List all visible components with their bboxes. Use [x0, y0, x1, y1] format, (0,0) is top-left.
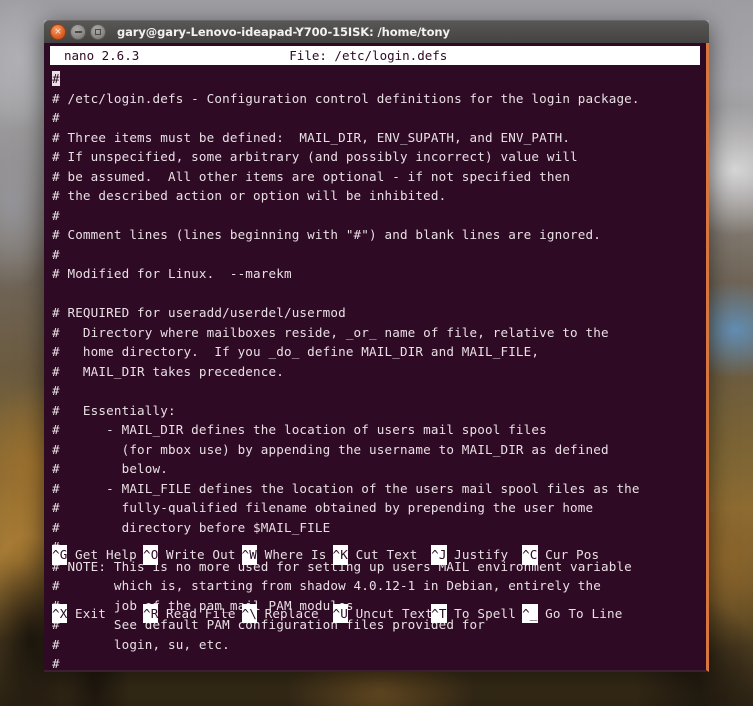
nano-line: # (for mbox use) by appending the userna…: [52, 441, 609, 457]
window-title: gary@gary-Lenovo-ideapad-Y700-15ISK: /ho…: [117, 25, 450, 39]
shortcut-key: ^R: [142, 603, 159, 623]
shortcut-key: ^K: [332, 545, 348, 565]
shortcut-to-spell[interactable]: ^T To Spell: [431, 603, 522, 623]
shortcut-uncut-text[interactable]: ^U Uncut Text: [332, 603, 433, 623]
shortcut-replace[interactable]: ^\ Replace: [241, 603, 333, 623]
shortcut-label: Where Is: [264, 547, 327, 562]
nano-line: # If unspecified, some arbitrary (and po…: [52, 149, 578, 164]
maximize-icon: [95, 29, 101, 35]
close-icon: ×: [54, 26, 62, 37]
shortcut-justify[interactable]: ^J Justify: [431, 545, 522, 565]
shortcut-key: ^J: [431, 545, 447, 565]
shortcut-row-2: ^X Exit ^R Read File ^\ Replace ^U Uncut Text ^T…: [52, 603, 700, 623]
shortcut-where-is[interactable]: ^W Where Is: [241, 545, 333, 565]
shortcut-label: Exit: [75, 605, 106, 621]
shortcut-key: ^T: [431, 603, 447, 623]
nano-version-label: nano 2.6.3: [64, 48, 140, 63]
nano-line: # be assumed. All other items are option…: [52, 168, 571, 184]
shortcut-label: Get Help: [75, 547, 137, 562]
nano-line: # Three items must be defined: MAIL_DIR,…: [52, 129, 571, 145]
nano-line: # Modified for Linux. --marekm: [52, 266, 292, 281]
shortcut-key: ^O: [142, 545, 159, 565]
shortcut-key: ^U: [332, 603, 348, 623]
nano-line: [52, 284, 706, 304]
nano-line: #: [52, 207, 60, 223]
shortcut-key: ^G: [52, 545, 68, 565]
terminal-window: × gary@gary-Lenovo-ideapad-Y700-15ISK: /…: [44, 20, 709, 672]
shortcut-key: ^W: [241, 545, 258, 565]
nano-line: # MAIL_DIR takes precedence.: [52, 363, 284, 379]
shortcut-label: Write Out: [166, 547, 236, 562]
nano-editor[interactable]: nano 2.6.3 File: /etc/login.defs # # /etc…: [44, 43, 709, 672]
nano-title-bar: nano 2.6.3 File: /etc/login.defs: [50, 46, 700, 65]
nano-line: #: [52, 246, 60, 262]
nano-line: #: [52, 69, 706, 89]
nano-line: # home directory. If you _do_ define MAI…: [52, 344, 540, 359]
nano-line: # - MAIL_DIR defines the location of use…: [52, 422, 547, 437]
nano-shortcut-bar: ^G Get Help ^O Write Out ^W Where Is ^K Cut Tex…: [52, 506, 700, 662]
shortcut-label: Read File: [166, 605, 236, 621]
shortcut-key: ^C: [522, 545, 538, 565]
shortcut-label: Uncut Text: [355, 605, 433, 621]
shortcut-key: ^_: [522, 603, 538, 623]
nano-line: # /etc/login.defs - Configuration contro…: [52, 90, 640, 106]
nano-line: # the described action or option will be…: [52, 188, 447, 203]
shortcut-cut-text[interactable]: ^K Cut Text: [332, 545, 432, 565]
window-titlebar[interactable]: × gary@gary-Lenovo-ideapad-Y700-15ISK: /…: [44, 20, 709, 43]
shortcut-go-to-line[interactable]: ^_ Go To Line: [522, 603, 622, 623]
shortcut-get-help[interactable]: ^G Get Help: [52, 545, 143, 565]
nano-line: #: [52, 110, 60, 125]
nano-line: # Comment lines (lines beginning with "#…: [52, 227, 601, 242]
shortcut-label: To Spell: [454, 605, 516, 621]
shortcut-key: ^\: [241, 603, 258, 623]
minimize-button[interactable]: [70, 24, 86, 40]
nano-line: # Directory where mailboxes reside, _or_…: [52, 324, 609, 340]
shortcut-label: Replace: [264, 605, 319, 621]
nano-line: # below.: [52, 461, 168, 476]
shortcut-write-out[interactable]: ^O Write Out: [142, 545, 242, 565]
nano-file-label: File: /etc/login.defs: [289, 48, 448, 63]
shortcut-read-file[interactable]: ^R Read File: [142, 603, 242, 623]
shortcut-exit[interactable]: ^X Exit: [52, 603, 143, 623]
shortcut-row-1: ^G Get Help ^O Write Out ^W Where Is ^K Cut Tex…: [52, 545, 700, 565]
shortcut-cur-pos[interactable]: ^C Cur Pos: [522, 545, 613, 565]
maximize-button[interactable]: [90, 24, 106, 40]
text-cursor: #: [52, 71, 60, 86]
shortcut-label: Cur Pos: [545, 547, 600, 562]
minimize-icon: [74, 31, 82, 33]
nano-line: # REQUIRED for useradd/userdel/usermod: [52, 305, 346, 320]
shortcut-key: ^X: [52, 603, 68, 623]
nano-line: #: [52, 383, 60, 398]
nano-line: # Essentially:: [52, 402, 176, 418]
shortcut-label: Justify: [454, 547, 509, 562]
shortcut-label: Cut Text: [355, 547, 418, 562]
shortcut-label: Go To Line: [545, 605, 623, 621]
nano-line: # - MAIL_FILE defines the location of th…: [52, 480, 640, 496]
close-button[interactable]: ×: [50, 24, 66, 40]
